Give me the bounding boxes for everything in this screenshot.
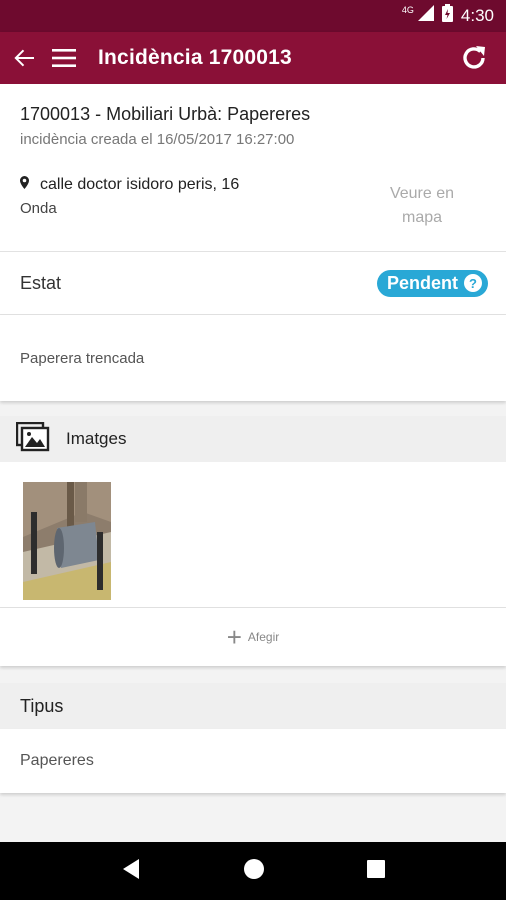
nav-home-icon[interactable] [243,858,265,885]
incident-photo-thumbnail[interactable] [23,482,111,600]
add-image-button[interactable]: + Afegir [0,608,506,666]
hamburger-menu-icon[interactable] [44,32,84,84]
network-type: 4G [401,4,414,15]
images-body [0,462,506,608]
status-badge[interactable]: Pendent ? [376,269,488,297]
clock: 4:30 [460,5,494,25]
nav-back-icon[interactable] [121,858,141,885]
address-text: calle doctor isidoro peris, 16 [40,176,240,193]
images-label: Imatges [66,429,127,448]
status-row: Estat Pendent ? [0,252,506,315]
battery-icon [441,4,453,27]
gallery-icon [15,421,50,457]
help-icon[interactable]: ? [464,274,482,292]
back-arrow-icon[interactable] [4,32,44,84]
type-value: Papereres [0,729,506,793]
plus-icon: + [226,622,242,652]
signal-icon [417,5,434,26]
add-image-label: Afegir [247,630,280,644]
refresh-icon[interactable] [448,32,500,84]
page-title: Incidència 1700013 [98,46,292,69]
system-nav-bar [0,842,506,900]
content: 1700013 - Mobiliari Urbà: Papereres inci… [0,84,506,842]
view-map-link[interactable]: Veure en mapa [382,182,462,230]
images-header: Imatges [0,416,506,462]
status-text: Pendent [386,272,458,293]
description: Paperera trencada [0,315,506,401]
incident-title: 1700013 - Mobiliari Urbà: Papereres [20,104,311,124]
incident-header: 1700013 - Mobiliari Urbà: Papereres inci… [0,84,506,252]
status-label: Estat [20,272,62,293]
incident-created: incidència creada el 16/05/2017 16:27:00 [20,131,295,148]
status-bar: 4G 4:30 [0,0,506,32]
app-bar: Incidència 1700013 [0,32,506,84]
nav-recents-icon[interactable] [367,859,385,883]
type-header: Tipus [0,683,506,729]
location-pin-icon [20,176,30,194]
